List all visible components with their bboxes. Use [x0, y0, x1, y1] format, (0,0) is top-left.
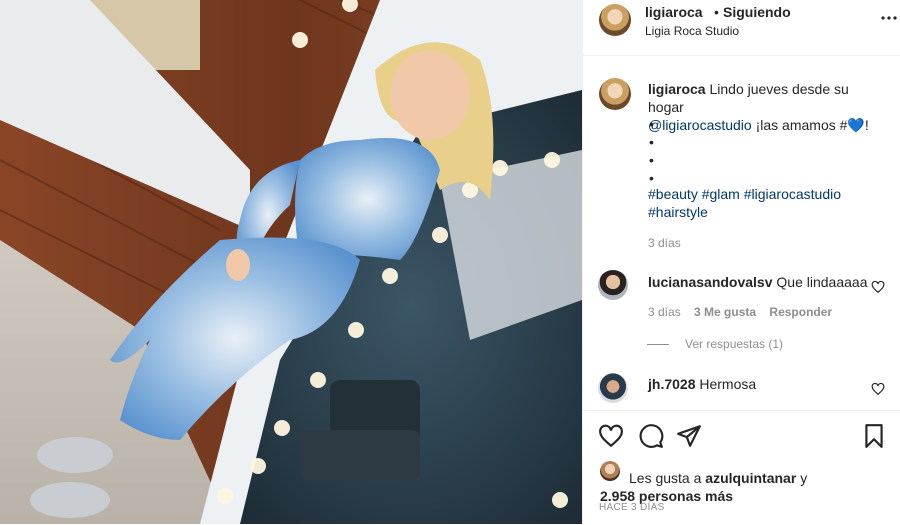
post-header: ligiaroca • Siguiendo Ligia Roca Studio — [583, 0, 900, 56]
comment-username[interactable]: lucianasandovalsv — [648, 274, 773, 290]
hashtags-line-2[interactable]: #hairstyle — [648, 204, 708, 220]
view-replies-label: Ver respuestas (1) — [685, 337, 784, 351]
more-options-icon[interactable] — [877, 6, 900, 30]
likes-and: y — [800, 470, 808, 486]
comment-text: Hermosa — [699, 376, 757, 392]
comment-username[interactable]: jh.7028 — [648, 376, 695, 392]
caption-bullet: • — [649, 116, 654, 132]
post-actions-footer: Les gusta a azulquintanar y 2.958 person… — [583, 410, 900, 525]
caption-hashtags: #beauty #glam #ligiarocastudio #hairstyl… — [648, 185, 888, 221]
location-link[interactable]: Ligia Roca Studio — [645, 24, 739, 38]
comment-time[interactable]: 3 días — [648, 305, 681, 319]
post-sidebar: ligiaroca • Siguiendo Ligia Roca Studio … — [582, 0, 900, 524]
liker-username[interactable]: azulquintanar — [705, 470, 796, 486]
instagram-post: ligiaroca • Siguiendo Ligia Roca Studio … — [0, 0, 900, 524]
photo-illustration — [0, 0, 582, 524]
replies-divider-line — [647, 343, 669, 345]
view-replies-button[interactable]: Ver respuestas (1) — [647, 337, 783, 351]
comment-like-heart-icon[interactable] — [871, 382, 885, 396]
comment: jh.7028 Hermosa — [648, 376, 756, 392]
post-timestamp[interactable]: HACE 3 DÍAS — [599, 502, 665, 513]
caption-bullet: • — [649, 152, 654, 168]
share-icon[interactable] — [676, 423, 702, 449]
comment-meta: 3 días 3 Me gusta Responder — [648, 305, 832, 319]
commenter-avatar[interactable] — [598, 373, 628, 403]
caption-text-2: ¡las amamos #💙! — [755, 117, 869, 133]
bookmark-icon[interactable] — [861, 423, 887, 449]
likes-summary: Les gusta a azulquintanar y — [629, 469, 807, 487]
commenter-avatar[interactable] — [598, 270, 628, 300]
caption-mention-link[interactable]: @ligiarocastudio — [648, 117, 752, 133]
comment: lucianasandovalsv Que lindaaaaa — [648, 274, 867, 290]
comment-likes[interactable]: 3 Me gusta — [694, 305, 756, 319]
heart-icon[interactable] — [598, 423, 624, 449]
caption-bullet: • — [649, 170, 654, 186]
comment-icon[interactable] — [638, 423, 664, 449]
hashtags-line-1[interactable]: #beauty #glam #ligiarocastudio — [648, 186, 841, 202]
liker-avatar[interactable] — [600, 461, 620, 481]
post-photo[interactable] — [0, 0, 582, 524]
likes-prefix: Les gusta a — [629, 470, 702, 486]
caption-avatar[interactable] — [599, 78, 631, 110]
reply-button[interactable]: Responder — [769, 305, 832, 319]
caption-bullet: • — [649, 134, 654, 150]
author-avatar[interactable] — [599, 4, 631, 36]
follow-status-button[interactable]: Siguiendo — [723, 4, 791, 20]
separator-dot: • — [714, 4, 719, 20]
comment-text: Que lindaaaaa — [776, 274, 868, 290]
comment-like-heart-icon[interactable] — [871, 280, 885, 294]
post-caption: ligiaroca Lindo jueves desde su hogar @l… — [648, 80, 888, 134]
author-username[interactable]: ligiaroca — [645, 4, 703, 20]
caption-time[interactable]: 3 días — [648, 236, 681, 250]
caption-username[interactable]: ligiaroca — [648, 81, 706, 97]
